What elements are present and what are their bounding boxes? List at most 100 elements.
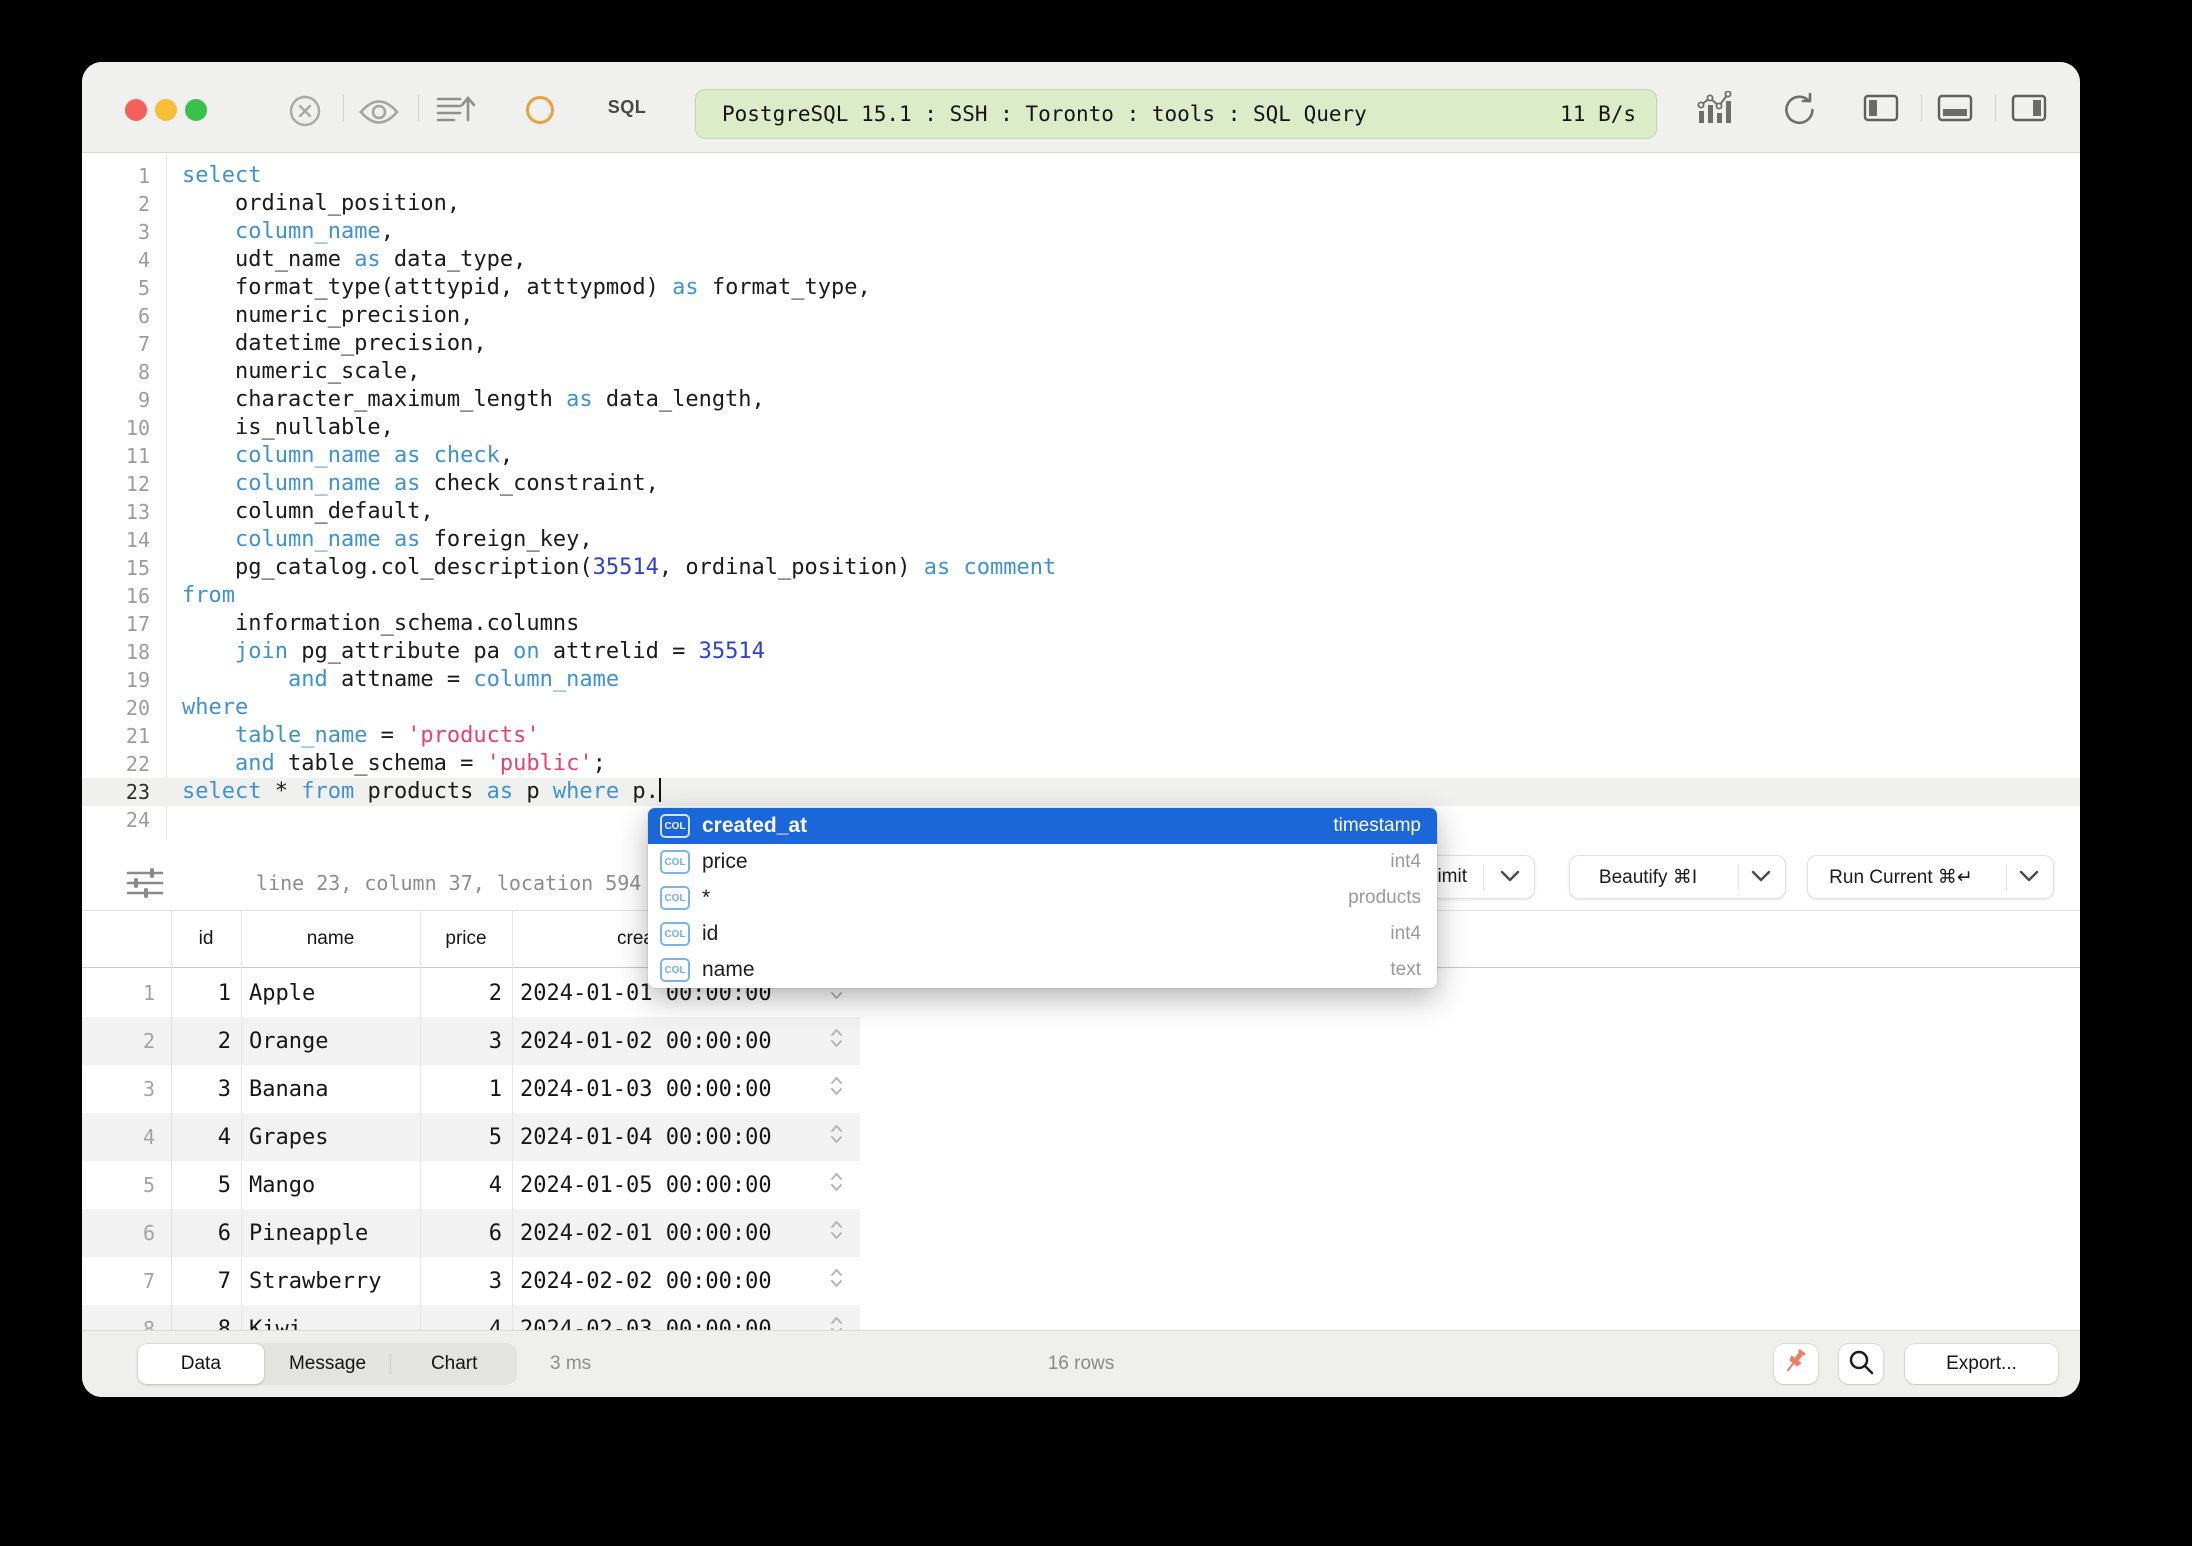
code-line[interactable]: 13 column_default, bbox=[82, 498, 2080, 526]
cell-id[interactable]: 5 bbox=[171, 1173, 241, 1198]
cell-created-at[interactable]: 2024-01-03 00:00:00 bbox=[512, 1077, 860, 1102]
toggle-bottom-panel-icon[interactable] bbox=[1937, 94, 1973, 127]
code-line[interactable]: 17 information_schema.columns bbox=[82, 610, 2080, 638]
chart-stats-icon[interactable] bbox=[1696, 91, 1734, 130]
tab-data[interactable]: Data bbox=[138, 1344, 264, 1384]
chevron-down-icon[interactable] bbox=[1500, 866, 1520, 888]
column-header-price[interactable]: price bbox=[420, 911, 512, 967]
code-line[interactable]: 10 is_nullable, bbox=[82, 414, 2080, 442]
cell-name[interactable]: Orange bbox=[241, 1029, 420, 1054]
cell-price[interactable]: 3 bbox=[420, 1029, 512, 1054]
cell-id[interactable]: 2 bbox=[171, 1029, 241, 1054]
code-line[interactable]: 18 join pg_attribute pa on attrelid = 35… bbox=[82, 638, 2080, 666]
cell-id[interactable]: 1 bbox=[171, 981, 241, 1006]
connection-banner[interactable]: PostgreSQL 15.1 : SSH : Toronto : tools … bbox=[695, 89, 1657, 139]
table-row[interactable]: 66Pineapple62024-02-01 00:00:00 bbox=[82, 1209, 860, 1257]
datetime-stepper-icon[interactable] bbox=[829, 1221, 844, 1246]
autocomplete-item[interactable]: COLidint4 bbox=[648, 916, 1437, 952]
toggle-right-panel-icon[interactable] bbox=[2011, 94, 2047, 127]
code-line[interactable]: 5 format_type(atttypid, atttypmod) as fo… bbox=[82, 274, 2080, 302]
code-line[interactable]: 21 table_name = 'products' bbox=[82, 722, 2080, 750]
search-result-button[interactable] bbox=[1839, 1344, 1883, 1384]
datetime-stepper-icon[interactable] bbox=[829, 1173, 844, 1198]
code-line[interactable]: 15 pg_catalog.col_description(35514, ord… bbox=[82, 554, 2080, 582]
code-line[interactable]: 2 ordinal_position, bbox=[82, 190, 2080, 218]
cell-name[interactable]: Mango bbox=[241, 1173, 420, 1198]
code-line[interactable]: 6 numeric_precision, bbox=[82, 302, 2080, 330]
cell-created-at[interactable]: 2024-01-04 00:00:00 bbox=[512, 1125, 860, 1150]
chevron-down-icon[interactable] bbox=[1751, 866, 1771, 888]
code-line[interactable]: 16from bbox=[82, 582, 2080, 610]
column-header-id[interactable]: id bbox=[171, 911, 241, 967]
cell-name[interactable]: Banana bbox=[241, 1077, 420, 1102]
code-line[interactable]: 19 and attname = column_name bbox=[82, 666, 2080, 694]
cell-price[interactable]: 4 bbox=[420, 1173, 512, 1198]
close-window-button[interactable] bbox=[125, 99, 147, 121]
table-row[interactable]: 88Kiwi42024-02-03 00:00:00 bbox=[82, 1305, 860, 1330]
code-line[interactable]: 7 datetime_precision, bbox=[82, 330, 2080, 358]
toggle-left-panel-icon[interactable] bbox=[1863, 94, 1899, 127]
beautify-button[interactable]: Beautify ⌘I bbox=[1569, 855, 1786, 899]
code-line[interactable]: 12 column_name as check_constraint, bbox=[82, 470, 2080, 498]
refresh-icon[interactable] bbox=[1780, 91, 1816, 132]
table-row[interactable]: 22Orange32024-01-02 00:00:00 bbox=[82, 1017, 860, 1065]
code-line[interactable]: 1select bbox=[82, 162, 2080, 190]
code-line[interactable]: 11 column_name as check, bbox=[82, 442, 2080, 470]
code-line[interactable]: 4 udt_name as data_type, bbox=[82, 246, 2080, 274]
cell-id[interactable]: 7 bbox=[171, 1269, 241, 1294]
datetime-stepper-icon[interactable] bbox=[829, 1269, 844, 1294]
autocomplete-item[interactable]: COL*products bbox=[648, 880, 1437, 916]
sql-editor[interactable]: 1select2 ordinal_position,3 column_name,… bbox=[82, 153, 2080, 840]
autocomplete-item[interactable]: COLcreated_attimestamp bbox=[648, 808, 1437, 844]
code-line[interactable]: 22 and table_schema = 'public'; bbox=[82, 750, 2080, 778]
cell-name[interactable]: Pineapple bbox=[241, 1221, 420, 1246]
minimize-window-button[interactable] bbox=[155, 99, 177, 121]
cell-created-at[interactable]: 2024-01-02 00:00:00 bbox=[512, 1029, 860, 1054]
datetime-stepper-icon[interactable] bbox=[829, 1077, 844, 1102]
datetime-stepper-icon[interactable] bbox=[829, 1125, 844, 1150]
autocomplete-item[interactable]: COLpriceint4 bbox=[648, 844, 1437, 880]
cell-price[interactable]: 3 bbox=[420, 1269, 512, 1294]
cell-name[interactable]: Strawberry bbox=[241, 1269, 420, 1294]
cell-id[interactable]: 6 bbox=[171, 1221, 241, 1246]
cell-price[interactable]: 6 bbox=[420, 1221, 512, 1246]
code-line[interactable]: 9 character_maximum_length as data_lengt… bbox=[82, 386, 2080, 414]
cell-created-at[interactable]: 2024-01-05 00:00:00 bbox=[512, 1173, 860, 1198]
zoom-window-button[interactable] bbox=[185, 99, 207, 121]
datetime-stepper-icon[interactable] bbox=[829, 1317, 844, 1331]
editor-settings-icon[interactable] bbox=[126, 868, 164, 903]
cell-price[interactable]: 2 bbox=[420, 981, 512, 1006]
datetime-stepper-icon[interactable] bbox=[829, 1029, 844, 1054]
cell-name[interactable]: Apple bbox=[241, 981, 420, 1006]
cell-id[interactable]: 8 bbox=[171, 1317, 241, 1331]
cell-name[interactable]: Kiwi bbox=[241, 1317, 420, 1331]
code-line[interactable]: 20where bbox=[82, 694, 2080, 722]
table-row[interactable]: 44Grapes52024-01-04 00:00:00 bbox=[82, 1113, 860, 1161]
run-current-button[interactable]: Run Current ⌘↵ bbox=[1807, 855, 2054, 899]
column-header-name[interactable]: name bbox=[241, 911, 420, 967]
table-row[interactable]: 55Mango42024-01-05 00:00:00 bbox=[82, 1161, 860, 1209]
pin-result-button[interactable] bbox=[1774, 1344, 1818, 1384]
cell-price[interactable]: 5 bbox=[420, 1125, 512, 1150]
tab-message[interactable]: Message bbox=[265, 1343, 391, 1385]
cell-price[interactable]: 4 bbox=[420, 1317, 512, 1331]
cell-price[interactable]: 1 bbox=[420, 1077, 512, 1102]
cell-created-at[interactable]: 2024-02-02 00:00:00 bbox=[512, 1269, 860, 1294]
cell-id[interactable]: 4 bbox=[171, 1125, 241, 1150]
table-row[interactable]: 77Strawberry32024-02-02 00:00:00 bbox=[82, 1257, 860, 1305]
query-history-icon[interactable] bbox=[436, 93, 476, 132]
cancel-query-icon[interactable] bbox=[287, 93, 323, 134]
chevron-down-icon[interactable] bbox=[2019, 866, 2039, 888]
cell-created-at[interactable]: 2024-02-03 00:00:00 bbox=[512, 1317, 860, 1331]
code-line[interactable]: 14 column_name as foreign_key, bbox=[82, 526, 2080, 554]
tab-chart[interactable]: Chart bbox=[391, 1343, 517, 1385]
cell-name[interactable]: Grapes bbox=[241, 1125, 420, 1150]
table-row[interactable]: 33Banana12024-01-03 00:00:00 bbox=[82, 1065, 860, 1113]
autocomplete-item[interactable]: COLnametext bbox=[648, 952, 1437, 988]
code-line[interactable]: 3 column_name, bbox=[82, 218, 2080, 246]
code-line[interactable]: 8 numeric_scale, bbox=[82, 358, 2080, 386]
preview-eye-icon[interactable] bbox=[358, 98, 400, 131]
cell-id[interactable]: 3 bbox=[171, 1077, 241, 1102]
code-line[interactable]: 23select * from products as p where p. bbox=[82, 778, 2080, 806]
export-button[interactable]: Export... bbox=[1905, 1344, 2058, 1384]
